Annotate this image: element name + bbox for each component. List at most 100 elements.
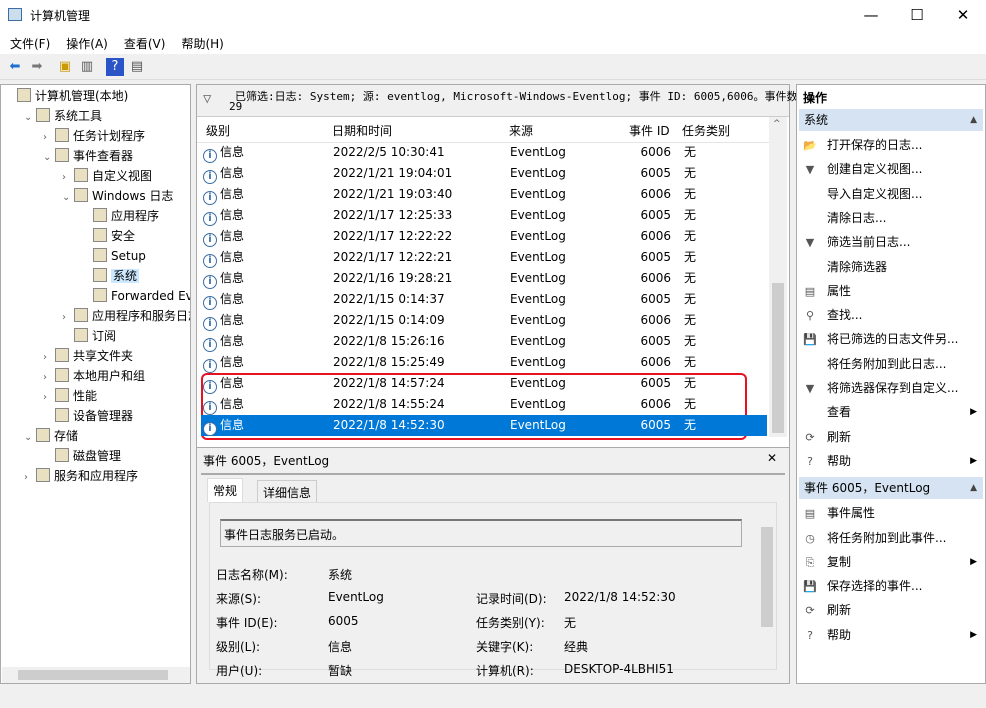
tree-node[interactable]: 计算机管理(本地) — [5, 86, 128, 106]
expand-arrow-icon[interactable]: › — [43, 368, 55, 388]
table-row[interactable]: i 信息 2022/1/8 14:57:24 EventLog 6005 无 — [201, 373, 767, 394]
action-item[interactable]: ▤ 属性 — [803, 279, 981, 303]
column-datetime[interactable]: 日期和时间 — [332, 122, 392, 139]
tree-node[interactable]: 设备管理器 — [43, 406, 133, 426]
expand-arrow-icon[interactable]: ⌄ — [62, 188, 74, 208]
expand-arrow-icon[interactable]: › — [24, 468, 36, 488]
action-item[interactable]: ⎘ 复制 ▶ — [803, 550, 981, 574]
menu-action[interactable]: 操作(A) — [56, 30, 114, 52]
action-label: 将任务附加到此日志... — [827, 356, 947, 371]
menu-view[interactable]: 查看(V) — [114, 30, 172, 52]
table-row[interactable]: i 信息 2022/1/17 12:22:21 EventLog 6005 无 — [201, 247, 767, 268]
tree-node[interactable]: › 自定义视图 — [62, 166, 152, 186]
table-row[interactable]: i 信息 2022/2/5 10:30:41 EventLog 6006 无 — [201, 142, 767, 163]
table-row[interactable]: i 信息 2022/1/17 12:22:22 EventLog 6006 无 — [201, 226, 767, 247]
column-event-id[interactable]: 事件 ID — [629, 122, 670, 139]
info-icon: i — [203, 149, 217, 163]
tree-node[interactable]: › 本地用户和组 — [43, 366, 145, 386]
event-list-scrollbar[interactable]: ^ — [769, 117, 787, 437]
tree-node[interactable]: › 任务计划程序 — [43, 126, 145, 146]
forward-icon[interactable]: ➡ — [28, 58, 46, 76]
help-icon[interactable]: ? — [106, 58, 124, 76]
cell-datetime: 2022/2/5 10:30:41 — [333, 145, 445, 159]
expand-arrow-icon[interactable]: ⌄ — [24, 108, 36, 128]
tree-node[interactable]: 安全 — [81, 226, 135, 246]
tree-node[interactable]: 订阅 — [62, 326, 116, 346]
action-item[interactable]: ? 帮助 ▶ — [803, 449, 981, 473]
tree-node[interactable]: › 服务和应用程序 — [24, 466, 138, 486]
column-source[interactable]: 来源 — [509, 122, 533, 139]
show-hide-tree-icon[interactable]: ▥ — [78, 58, 96, 76]
action-item[interactable]: 将任务附加到此日志... — [803, 352, 981, 376]
detail-scrollbar[interactable] — [760, 509, 774, 665]
back-icon[interactable]: ⬅ — [6, 58, 24, 76]
action-item[interactable]: 导入自定义视图... — [803, 182, 981, 206]
action-section-header[interactable]: 事件 6005，EventLog ▲ — [799, 477, 983, 500]
up-folder-icon[interactable]: ▣ — [56, 58, 74, 76]
expand-arrow-icon[interactable]: › — [43, 388, 55, 408]
expand-arrow-icon[interactable]: ⌄ — [24, 428, 36, 448]
action-item[interactable]: 💾 将已筛选的日志文件另... — [803, 327, 981, 351]
action-item[interactable]: 清除日志... — [803, 206, 981, 230]
show-action-pane-icon[interactable]: ▤ — [128, 58, 146, 76]
action-item[interactable]: ◷ 将任务附加到此事件... — [803, 526, 981, 550]
tree-node[interactable]: ⌄ Windows 日志 — [62, 186, 173, 206]
action-item[interactable]: 💾 保存选择的事件... — [803, 574, 981, 598]
action-label: 筛选当前日志... — [827, 235, 911, 250]
table-row[interactable]: i 信息 2022/1/8 14:55:24 EventLog 6006 无 — [201, 394, 767, 415]
expand-arrow-icon[interactable]: › — [43, 128, 55, 148]
action-item[interactable]: ⚲ 查找... — [803, 303, 981, 327]
tree-node[interactable]: › 性能 — [43, 386, 97, 406]
tab-general[interactable]: 常规 — [207, 478, 244, 502]
expand-arrow-icon[interactable]: ⌄ — [43, 148, 55, 168]
close-button[interactable]: ✕ — [940, 0, 986, 30]
table-row[interactable]: i 信息 2022/1/17 12:25:33 EventLog 6005 无 — [201, 205, 767, 226]
collapse-icon[interactable]: ▲ — [970, 109, 977, 131]
column-task-category[interactable]: 任务类别 — [682, 122, 730, 139]
action-item[interactable]: 查看 ▶ — [803, 400, 981, 424]
tree-node[interactable]: Forwarded Eve — [81, 286, 190, 306]
action-section-header[interactable]: 系统 ▲ — [799, 109, 983, 131]
action-item[interactable]: 📂 打开保存的日志... — [803, 133, 981, 157]
cell-task-category: 无 — [684, 334, 697, 348]
action-item[interactable]: ▼ 创建自定义视图... — [803, 157, 981, 181]
scrollbar-thumb[interactable] — [772, 283, 784, 433]
info-icon: i — [203, 380, 217, 394]
tree-node[interactable]: ⌄ 系统工具 — [24, 106, 102, 126]
table-row[interactable]: i 信息 2022/1/8 15:25:49 EventLog 6006 无 — [201, 352, 767, 373]
tab-details[interactable]: 详细信息 — [257, 480, 318, 502]
action-item[interactable]: ⟳ 刷新 — [803, 598, 981, 622]
table-row[interactable]: i 信息 2022/1/15 0:14:37 EventLog 6005 无 — [201, 289, 767, 310]
tree-node[interactable]: 磁盘管理 — [43, 446, 121, 466]
detail-close-button[interactable]: ✕ — [767, 451, 777, 465]
table-row[interactable]: i 信息 2022/1/15 0:14:09 EventLog 6006 无 — [201, 310, 767, 331]
action-item[interactable]: ⟳ 刷新 — [803, 425, 981, 449]
action-item[interactable]: ? 帮助 ▶ — [803, 623, 981, 647]
tree-node[interactable]: 系统 — [81, 266, 140, 286]
action-item[interactable]: ▤ 事件属性 — [803, 501, 981, 525]
tree-node[interactable]: ⌄ 事件查看器 — [43, 146, 133, 166]
minimize-button[interactable]: — — [848, 0, 894, 30]
tree-horizontal-scrollbar[interactable] — [2, 667, 190, 683]
tree-node[interactable]: Setup — [81, 246, 146, 266]
table-row[interactable]: i 信息 2022/1/21 19:03:40 EventLog 6006 无 — [201, 184, 767, 205]
tree-node[interactable]: ⌄ 存储 — [24, 426, 78, 446]
table-row[interactable]: i 信息 2022/1/8 15:26:16 EventLog 6005 无 — [201, 331, 767, 352]
action-item[interactable]: ▼ 将筛选器保存到自定义... — [803, 376, 981, 400]
column-level[interactable]: 级别 — [206, 122, 230, 139]
table-row[interactable]: i 信息 2022/1/21 19:04:01 EventLog 6005 无 — [201, 163, 767, 184]
expand-arrow-icon[interactable]: › — [62, 168, 74, 188]
maximize-button[interactable]: ☐ — [894, 0, 940, 30]
menu-help[interactable]: 帮助(H) — [171, 30, 229, 52]
expand-arrow-icon[interactable]: › — [43, 348, 55, 368]
expand-arrow-icon[interactable]: › — [62, 308, 74, 328]
tree-node[interactable]: › 共享文件夹 — [43, 346, 133, 366]
collapse-icon[interactable]: ▲ — [970, 477, 977, 499]
table-row[interactable]: i 信息 2022/1/16 19:28:21 EventLog 6006 无 — [201, 268, 767, 289]
tree-node[interactable]: › 应用程序和服务日志 — [62, 306, 190, 328]
menu-file[interactable]: 文件(F) — [0, 30, 56, 52]
tree-node[interactable]: 应用程序 — [81, 206, 159, 226]
table-row[interactable]: i 信息 2022/1/8 14:52:30 EventLog 6005 无 — [201, 415, 767, 436]
action-item[interactable]: ▼ 筛选当前日志... — [803, 230, 981, 254]
action-item[interactable]: 清除筛选器 — [803, 255, 981, 279]
